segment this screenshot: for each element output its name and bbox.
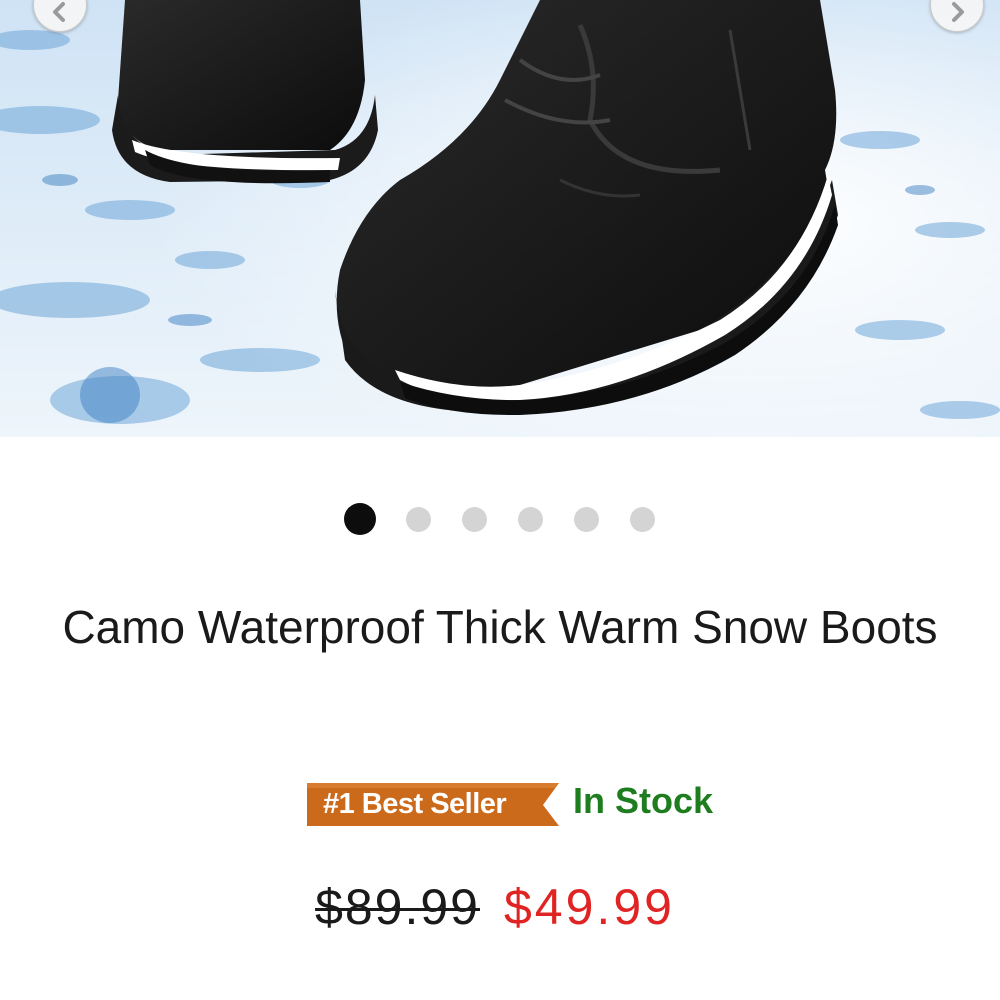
chevron-right-icon <box>952 2 964 22</box>
product-badges: #1 Best Seller In Stock <box>0 780 1000 828</box>
carousel-dot-4[interactable] <box>517 506 543 532</box>
price-block: $89.99 $49.99 <box>0 878 1000 936</box>
sale-price: $49.99 <box>504 879 675 935</box>
product-image <box>0 0 1000 437</box>
chevron-left-icon <box>53 2 65 22</box>
stock-status: In Stock <box>572 780 714 821</box>
carousel-dot-5[interactable] <box>573 506 599 532</box>
product-image-carousel[interactable] <box>0 0 1000 437</box>
carousel-dot-1[interactable] <box>344 503 376 535</box>
best-seller-badge: #1 Best Seller <box>306 780 559 828</box>
product-page: Camo Waterproof Thick Warm Snow Boots #1… <box>0 0 1000 1000</box>
carousel-dot-2[interactable] <box>405 506 431 532</box>
best-seller-label: #1 Best Seller <box>322 787 507 820</box>
carousel-indicators <box>0 503 1000 535</box>
carousel-dot-3[interactable] <box>461 506 487 532</box>
product-title: Camo Waterproof Thick Warm Snow Boots <box>62 601 938 653</box>
original-price: $89.99 <box>315 879 480 935</box>
carousel-dot-6[interactable] <box>629 506 655 532</box>
